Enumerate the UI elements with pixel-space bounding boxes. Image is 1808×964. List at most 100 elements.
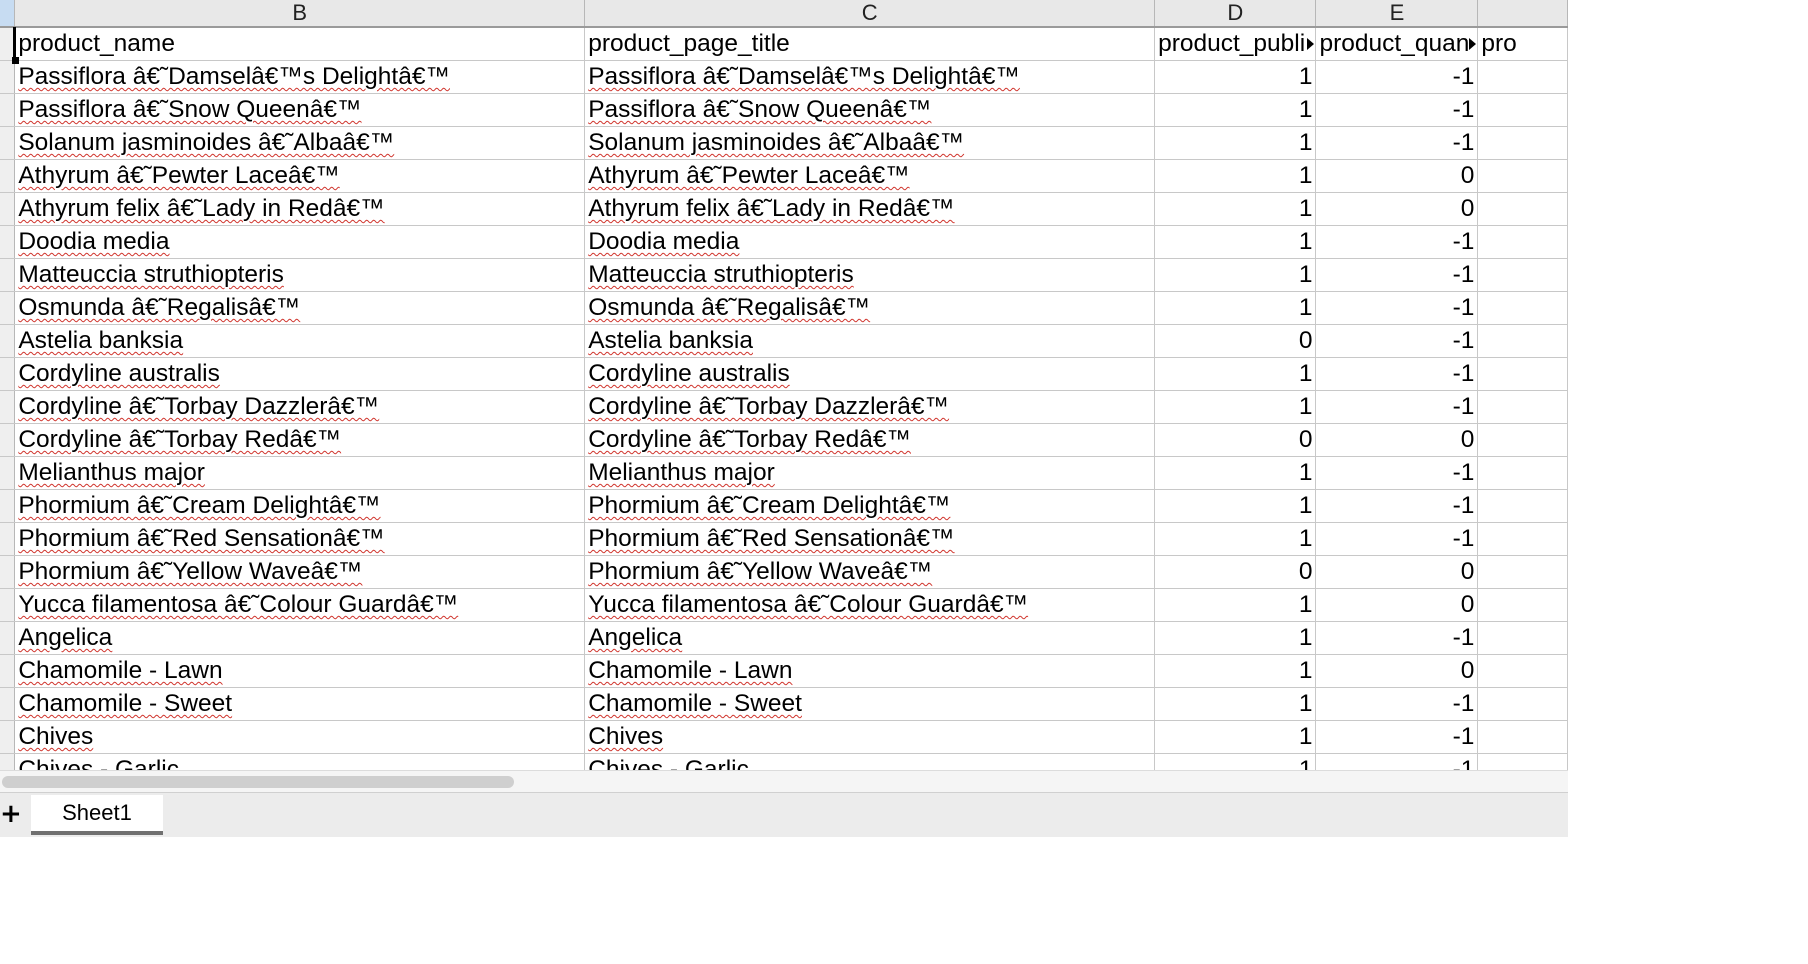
cell-product-quantity[interactable]: -1 [1315,753,1479,770]
cell-product-quantity[interactable]: -1 [1315,720,1479,754]
cell-product-quantity[interactable]: -1 [1315,357,1479,391]
cell-product-page-title[interactable]: Osmunda â€˜Regalisâ€™ [584,291,1156,325]
cell-product-published[interactable]: 1 [1154,258,1317,292]
cell-product-page-title[interactable]: Phormium â€˜Yellow Waveâ€™ [584,555,1156,589]
cell-product-published[interactable]: 0 [1154,555,1317,589]
column-header-b[interactable]: B [14,0,586,28]
cell-product-page-title[interactable]: Cordyline â€˜Torbay Dazzlerâ€™ [584,390,1156,424]
cell-product-published[interactable]: 0 [1154,324,1317,358]
row-header[interactable] [0,225,16,259]
cell-product-name[interactable]: Astelia banksia [14,324,586,358]
cell-product-quantity[interactable]: 0 [1315,159,1479,193]
cell-empty[interactable] [1477,192,1568,226]
horizontal-scrollbar-thumb[interactable] [2,776,514,788]
cell-empty[interactable] [1477,357,1568,391]
cell-product-name[interactable]: Matteuccia struthiopteris [14,258,586,292]
cell-product-name[interactable]: Phormium â€˜Yellow Waveâ€™ [14,555,586,589]
cell-product-name[interactable]: Yucca filamentosa â€˜Colour Guardâ€™ [14,588,586,622]
cell-product-name[interactable]: Cordyline â€˜Torbay Redâ€™ [14,423,586,457]
cell-product-name[interactable]: Solanum jasminoides â€˜Albaâ€™ [14,126,586,160]
cell-empty[interactable] [1477,489,1568,523]
row-header[interactable] [0,93,16,127]
column-header-d[interactable]: D [1154,0,1317,28]
cell-empty[interactable] [1477,225,1568,259]
cell-product-page-title[interactable]: Yucca filamentosa â€˜Colour Guardâ€™ [584,588,1156,622]
cell-product-name[interactable]: Doodia media [14,225,586,259]
cell-product-page-title[interactable]: Passiflora â€˜Damselâ€™s Delightâ€™ [584,60,1156,94]
cell-product-page-title[interactable]: Astelia banksia [584,324,1156,358]
cell-product-name[interactable]: Chamomile - Sweet [14,687,586,721]
cell-empty[interactable] [1477,654,1568,688]
cell-product-published[interactable]: 1 [1154,192,1317,226]
cell-empty[interactable] [1477,588,1568,622]
cell-product-published[interactable]: 1 [1154,753,1317,770]
cell-product-quantity[interactable]: -1 [1315,456,1479,490]
cell-product-name[interactable]: Chives [14,720,586,754]
row-header[interactable] [0,291,16,325]
cell-product-published[interactable]: 1 [1154,93,1317,127]
row-header[interactable] [0,423,16,457]
cell-product-page-title[interactable]: Angelica [584,621,1156,655]
cell-product-page-title[interactable]: Cordyline australis [584,357,1156,391]
cell-product-published[interactable]: 1 [1154,489,1317,523]
cell-empty[interactable] [1477,159,1568,193]
cell-product-quantity[interactable]: -1 [1315,522,1479,556]
cell-product-published[interactable]: 1 [1154,390,1317,424]
row-header[interactable] [0,621,16,655]
cell-product-name[interactable]: Phormium â€˜Red Sensationâ€™ [14,522,586,556]
cell-product-name[interactable]: Passiflora â€˜Damselâ€™s Delightâ€™ [14,60,586,94]
cell-product-quantity[interactable]: 0 [1315,588,1479,622]
sheet-tab-sheet1[interactable]: Sheet1 [31,795,163,835]
cell-product-page-title[interactable]: Phormium â€˜Cream Delightâ€™ [584,489,1156,523]
cell-product-quantity[interactable]: -1 [1315,489,1479,523]
row-header[interactable] [0,324,16,358]
cell-product-published[interactable]: 1 [1154,522,1317,556]
cell-product-quantity[interactable]: 0 [1315,423,1479,457]
cell-product-name[interactable]: Osmunda â€˜Regalisâ€™ [14,291,586,325]
cell-product-published[interactable]: 1 [1154,159,1317,193]
cell-product-name-header[interactable]: product_name [14,27,586,61]
cell-product-page-title[interactable]: Doodia media [584,225,1156,259]
cell-next-column-header[interactable]: pro [1477,27,1568,61]
row-header[interactable] [0,456,16,490]
cell-product-quantity[interactable]: 0 [1315,654,1479,688]
row-header[interactable] [0,390,16,424]
cell-product-published[interactable]: 1 [1154,126,1317,160]
cell-product-quantity[interactable]: -1 [1315,390,1479,424]
cell-product-name[interactable]: Athyrum felix â€˜Lady in Redâ€™ [14,192,586,226]
cell-empty[interactable] [1477,720,1568,754]
cell-product-published[interactable]: 1 [1154,291,1317,325]
cell-product-name[interactable]: Chives - Garlic [14,753,586,770]
cell-product-published[interactable]: 1 [1154,720,1317,754]
cell-product-published[interactable]: 1 [1154,654,1317,688]
row-header[interactable] [0,60,16,94]
cell-empty[interactable] [1477,60,1568,94]
row-header[interactable] [0,720,16,754]
cell-product-page-title-header[interactable]: product_page_title [584,27,1156,61]
cell-empty[interactable] [1477,126,1568,160]
cell-product-page-title[interactable]: Chamomile - Lawn [584,654,1156,688]
cell-product-quantity[interactable]: -1 [1315,324,1479,358]
cell-product-name[interactable]: Chamomile - Lawn [14,654,586,688]
cell-product-quantity[interactable]: -1 [1315,60,1479,94]
row-header[interactable] [0,555,16,589]
cell-product-quantity[interactable]: -1 [1315,687,1479,721]
cell-empty[interactable] [1477,324,1568,358]
cell-empty[interactable] [1477,555,1568,589]
cell-product-page-title[interactable]: Chives [584,720,1156,754]
cell-empty[interactable] [1477,258,1568,292]
cell-product-quantity[interactable]: -1 [1315,93,1479,127]
row-header[interactable] [0,522,16,556]
cell-product-quantity[interactable]: -1 [1315,225,1479,259]
cell-empty[interactable] [1477,93,1568,127]
column-header-f[interactable] [1477,0,1568,28]
cell-product-name[interactable]: Cordyline â€˜Torbay Dazzlerâ€™ [14,390,586,424]
cell-product-name[interactable]: Passiflora â€˜Snow Queenâ€™ [14,93,586,127]
cell-product-page-title[interactable]: Passiflora â€˜Snow Queenâ€™ [584,93,1156,127]
cell-product-name[interactable]: Angelica [14,621,586,655]
cell-product-published[interactable]: 1 [1154,225,1317,259]
cell-empty[interactable] [1477,621,1568,655]
cell-product-name[interactable]: Phormium â€˜Cream Delightâ€™ [14,489,586,523]
cell-product-page-title[interactable]: Melianthus major [584,456,1156,490]
row-header[interactable] [0,258,16,292]
